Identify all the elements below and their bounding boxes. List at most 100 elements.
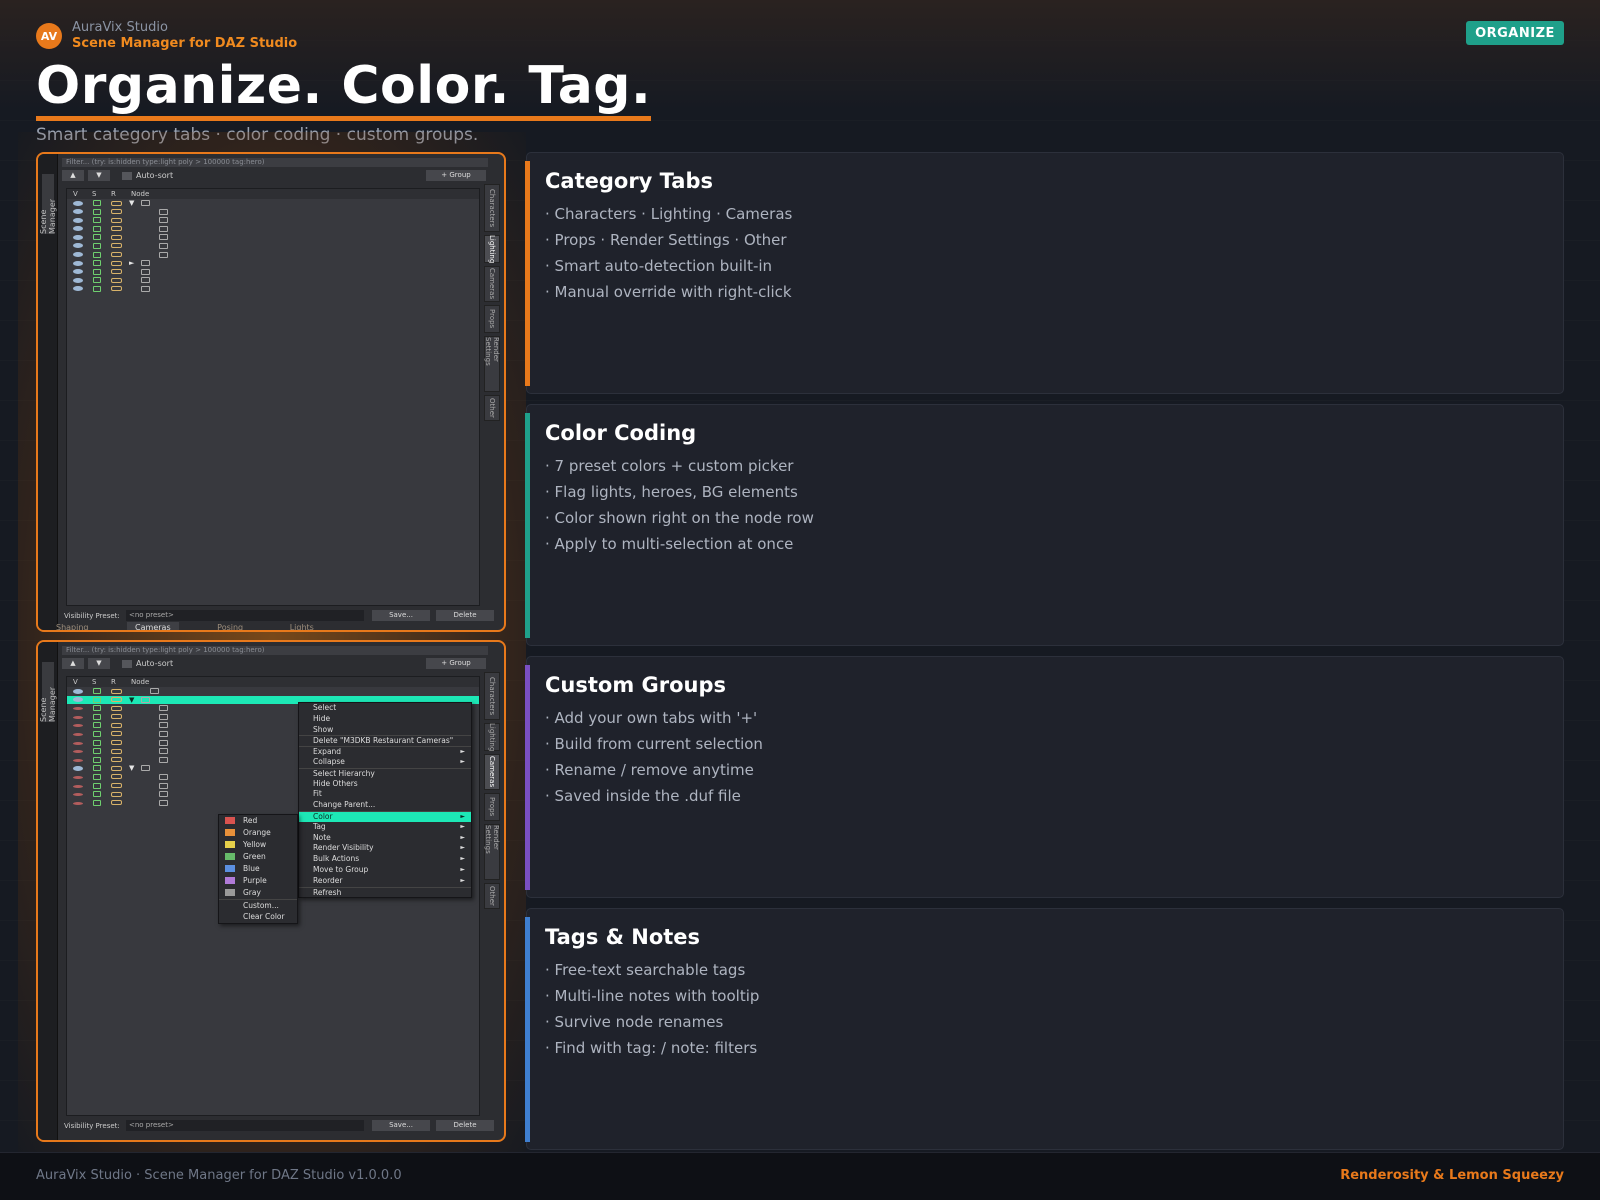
save-preset-button[interactable]: Save... — [372, 1120, 430, 1131]
expand-arrow-icon[interactable]: ▼ — [129, 764, 134, 773]
render-toggle-icon[interactable] — [111, 757, 122, 763]
add-group-button[interactable]: + Group — [426, 658, 486, 669]
selectable-flag-icon[interactable] — [93, 773, 101, 780]
render-toggle-icon[interactable] — [111, 269, 122, 275]
column-selectable[interactable]: S — [92, 678, 96, 686]
render-toggle-icon[interactable] — [111, 277, 122, 283]
move-up-button[interactable]: ▲ — [62, 170, 84, 181]
context-menu-item[interactable]: Render Visibility ► — [299, 843, 471, 854]
visibility-eye-icon[interactable] — [73, 741, 83, 745]
visibility-eye-icon[interactable] — [73, 252, 83, 258]
selectable-flag-icon[interactable] — [93, 217, 101, 224]
context-menu-item[interactable]: Show — [299, 725, 471, 736]
render-toggle-icon[interactable] — [111, 226, 122, 232]
render-toggle-icon[interactable] — [111, 209, 122, 215]
visibility-eye-icon[interactable] — [73, 715, 83, 719]
render-toggle-icon[interactable] — [111, 722, 122, 728]
delete-preset-button[interactable]: Delete — [436, 1120, 494, 1131]
visibility-eye-icon[interactable] — [73, 243, 83, 249]
tree-row[interactable]: ▼ — [67, 199, 479, 208]
tree-row[interactable] — [67, 208, 479, 217]
selectable-flag-icon[interactable] — [93, 260, 101, 267]
tab-props[interactable]: Props — [484, 793, 500, 821]
tab-props[interactable]: Props — [484, 305, 500, 333]
context-menu-item[interactable]: Note ► — [299, 833, 471, 844]
selectable-flag-icon[interactable] — [93, 748, 101, 755]
column-render[interactable]: R — [111, 190, 116, 198]
visibility-eye-icon[interactable] — [73, 234, 83, 240]
render-toggle-icon[interactable] — [111, 260, 122, 266]
render-toggle-icon[interactable] — [111, 783, 122, 789]
selectable-flag-icon[interactable] — [93, 688, 101, 694]
color-menu-item[interactable]: Purple — [219, 875, 297, 887]
context-menu-item[interactable]: Hide Others — [299, 779, 471, 790]
visibility-eye-icon[interactable] — [73, 732, 83, 736]
auto-sort-checkbox[interactable]: Auto-sort — [122, 659, 173, 668]
render-toggle-icon[interactable] — [111, 774, 122, 780]
tab-shaping[interactable]: Shaping — [48, 622, 97, 630]
render-toggle-icon[interactable] — [111, 217, 122, 223]
color-menu-item[interactable]: Blue — [219, 863, 297, 875]
visibility-eye-icon[interactable] — [73, 217, 83, 223]
tree-row[interactable] — [67, 268, 479, 277]
selectable-flag-icon[interactable] — [93, 730, 101, 737]
color-menu-item[interactable]: Green — [219, 851, 297, 863]
context-menu-item[interactable]: Tag ► — [299, 822, 471, 833]
visibility-eye-icon[interactable] — [73, 269, 83, 275]
render-toggle-icon[interactable] — [111, 243, 122, 249]
tab-lighting[interactable]: Lighting — [484, 235, 500, 263]
context-menu-item[interactable]: Collapse ► — [299, 757, 471, 768]
move-down-button[interactable]: ▼ — [88, 658, 110, 669]
column-selectable[interactable]: S — [92, 190, 96, 198]
color-menu-item[interactable]: Orange — [219, 827, 297, 839]
selectable-flag-icon[interactable] — [93, 739, 101, 746]
add-group-button[interactable]: + Group — [426, 170, 486, 181]
render-toggle-icon[interactable] — [111, 286, 122, 292]
visibility-eye-icon[interactable] — [73, 724, 83, 728]
tree-row[interactable] — [67, 242, 479, 251]
render-toggle-icon[interactable] — [111, 688, 122, 694]
visibility-eye-icon[interactable] — [73, 688, 83, 694]
column-visible[interactable]: V — [73, 678, 78, 686]
context-menu-item[interactable]: Fit — [299, 789, 471, 800]
selectable-flag-icon[interactable] — [93, 799, 101, 806]
tab-lights[interactable]: Lights — [282, 622, 322, 630]
tab-characters[interactable]: Characters — [484, 184, 500, 232]
render-toggle-icon[interactable] — [111, 791, 122, 797]
visibility-eye-icon[interactable] — [73, 200, 83, 206]
tab-other[interactable]: Other — [484, 395, 500, 421]
filter-input[interactable]: Filter... (try: is:hidden type:light pol… — [62, 646, 488, 655]
render-toggle-icon[interactable] — [111, 252, 122, 258]
column-visible[interactable]: V — [73, 190, 78, 198]
visibility-eye-icon[interactable] — [73, 286, 83, 292]
visibility-eye-icon[interactable] — [73, 793, 83, 797]
selectable-flag-icon[interactable] — [93, 234, 101, 241]
tab-posing[interactable]: Posing — [209, 622, 251, 630]
column-render[interactable]: R — [111, 678, 116, 686]
visibility-eye-icon[interactable] — [73, 784, 83, 788]
context-menu-item[interactable]: Bulk Actions ► — [299, 854, 471, 865]
selectable-flag-icon[interactable] — [93, 722, 101, 729]
tree-row[interactable] — [67, 687, 479, 696]
selectable-flag-icon[interactable] — [93, 251, 101, 258]
render-toggle-icon[interactable] — [111, 714, 122, 720]
render-toggle-icon[interactable] — [111, 705, 122, 711]
context-menu-item[interactable]: Hide — [299, 714, 471, 725]
collapse-arrow-icon[interactable]: ► — [129, 259, 134, 268]
visibility-eye-icon[interactable] — [73, 277, 83, 283]
delete-preset-button[interactable]: Delete — [436, 610, 494, 621]
selectable-flag-icon[interactable] — [93, 705, 101, 712]
selectable-flag-icon[interactable] — [93, 765, 101, 772]
visibility-eye-icon[interactable] — [73, 750, 83, 754]
color-menu-item[interactable]: Red — [219, 815, 297, 827]
selectable-flag-icon[interactable] — [93, 277, 101, 284]
color-menu-item[interactable]: Clear Color — [219, 911, 297, 923]
render-toggle-icon[interactable] — [111, 731, 122, 737]
visibility-eye-icon[interactable] — [73, 209, 83, 215]
context-menu-item[interactable]: Color ► — [299, 810, 471, 822]
render-toggle-icon[interactable] — [111, 765, 122, 771]
tab-cameras[interactable]: Cameras — [484, 266, 500, 302]
render-toggle-icon[interactable] — [111, 697, 122, 703]
context-menu-item[interactable]: Reorder ► — [299, 876, 471, 887]
filter-input[interactable]: Filter... (try: is:hidden type:light pol… — [62, 158, 488, 167]
